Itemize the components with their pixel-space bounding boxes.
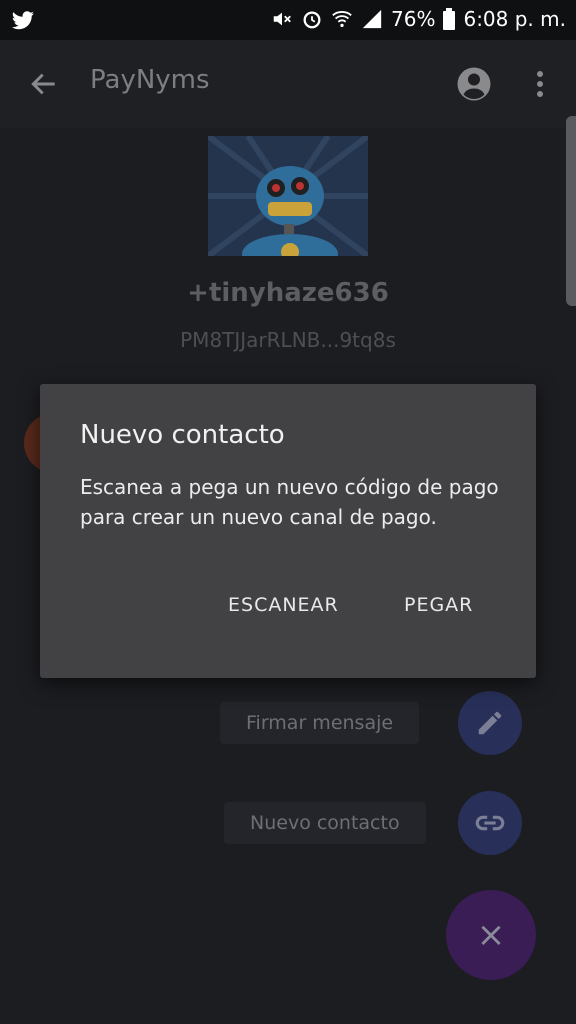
page-title: PayNyms	[90, 65, 210, 95]
battery-percent: 76%	[391, 7, 436, 31]
twitter-icon	[12, 11, 34, 30]
back-arrow-icon[interactable]	[28, 68, 60, 100]
dialog-message: Escanea a pega un nuevo código de pago p…	[80, 475, 499, 529]
sign-message-button[interactable]	[458, 691, 522, 755]
paynym-avatar	[208, 136, 368, 256]
battery-icon	[443, 8, 456, 30]
payment-code[interactable]: PM8TJJarRLNB...9tq8s	[0, 328, 576, 352]
new-contact-dialog: Nuevo contacto Escanea a pega un nuevo c…	[40, 384, 536, 678]
close-fab-button[interactable]: ×	[446, 890, 536, 980]
paynym-handle: +tinyhaze636	[187, 278, 389, 308]
scan-button[interactable]: ESCANEAR	[228, 594, 339, 616]
account-icon[interactable]	[456, 66, 492, 102]
status-bar: 76% 6:08 p. m.	[0, 0, 576, 40]
scrollbar[interactable]	[566, 116, 576, 306]
signal-icon	[362, 9, 382, 29]
more-options-icon[interactable]	[528, 66, 552, 102]
clock: 6:08 p. m.	[463, 7, 566, 31]
dialog-title: Nuevo contacto	[80, 420, 285, 450]
wifi-icon	[332, 10, 352, 28]
robot-avatar-image	[208, 136, 368, 256]
mute-icon	[273, 12, 291, 26]
alarm-icon	[303, 11, 321, 29]
link-icon	[475, 815, 505, 831]
close-icon: ×	[476, 915, 506, 955]
paste-button[interactable]: PEGAR	[404, 594, 473, 616]
new-contact-button[interactable]	[458, 791, 522, 855]
pencil-icon	[478, 711, 502, 735]
sign-message-label[interactable]: Firmar mensaje	[220, 702, 420, 744]
app-bar: PayNyms	[0, 40, 576, 128]
new-contact-label[interactable]: Nuevo contacto	[224, 802, 426, 844]
